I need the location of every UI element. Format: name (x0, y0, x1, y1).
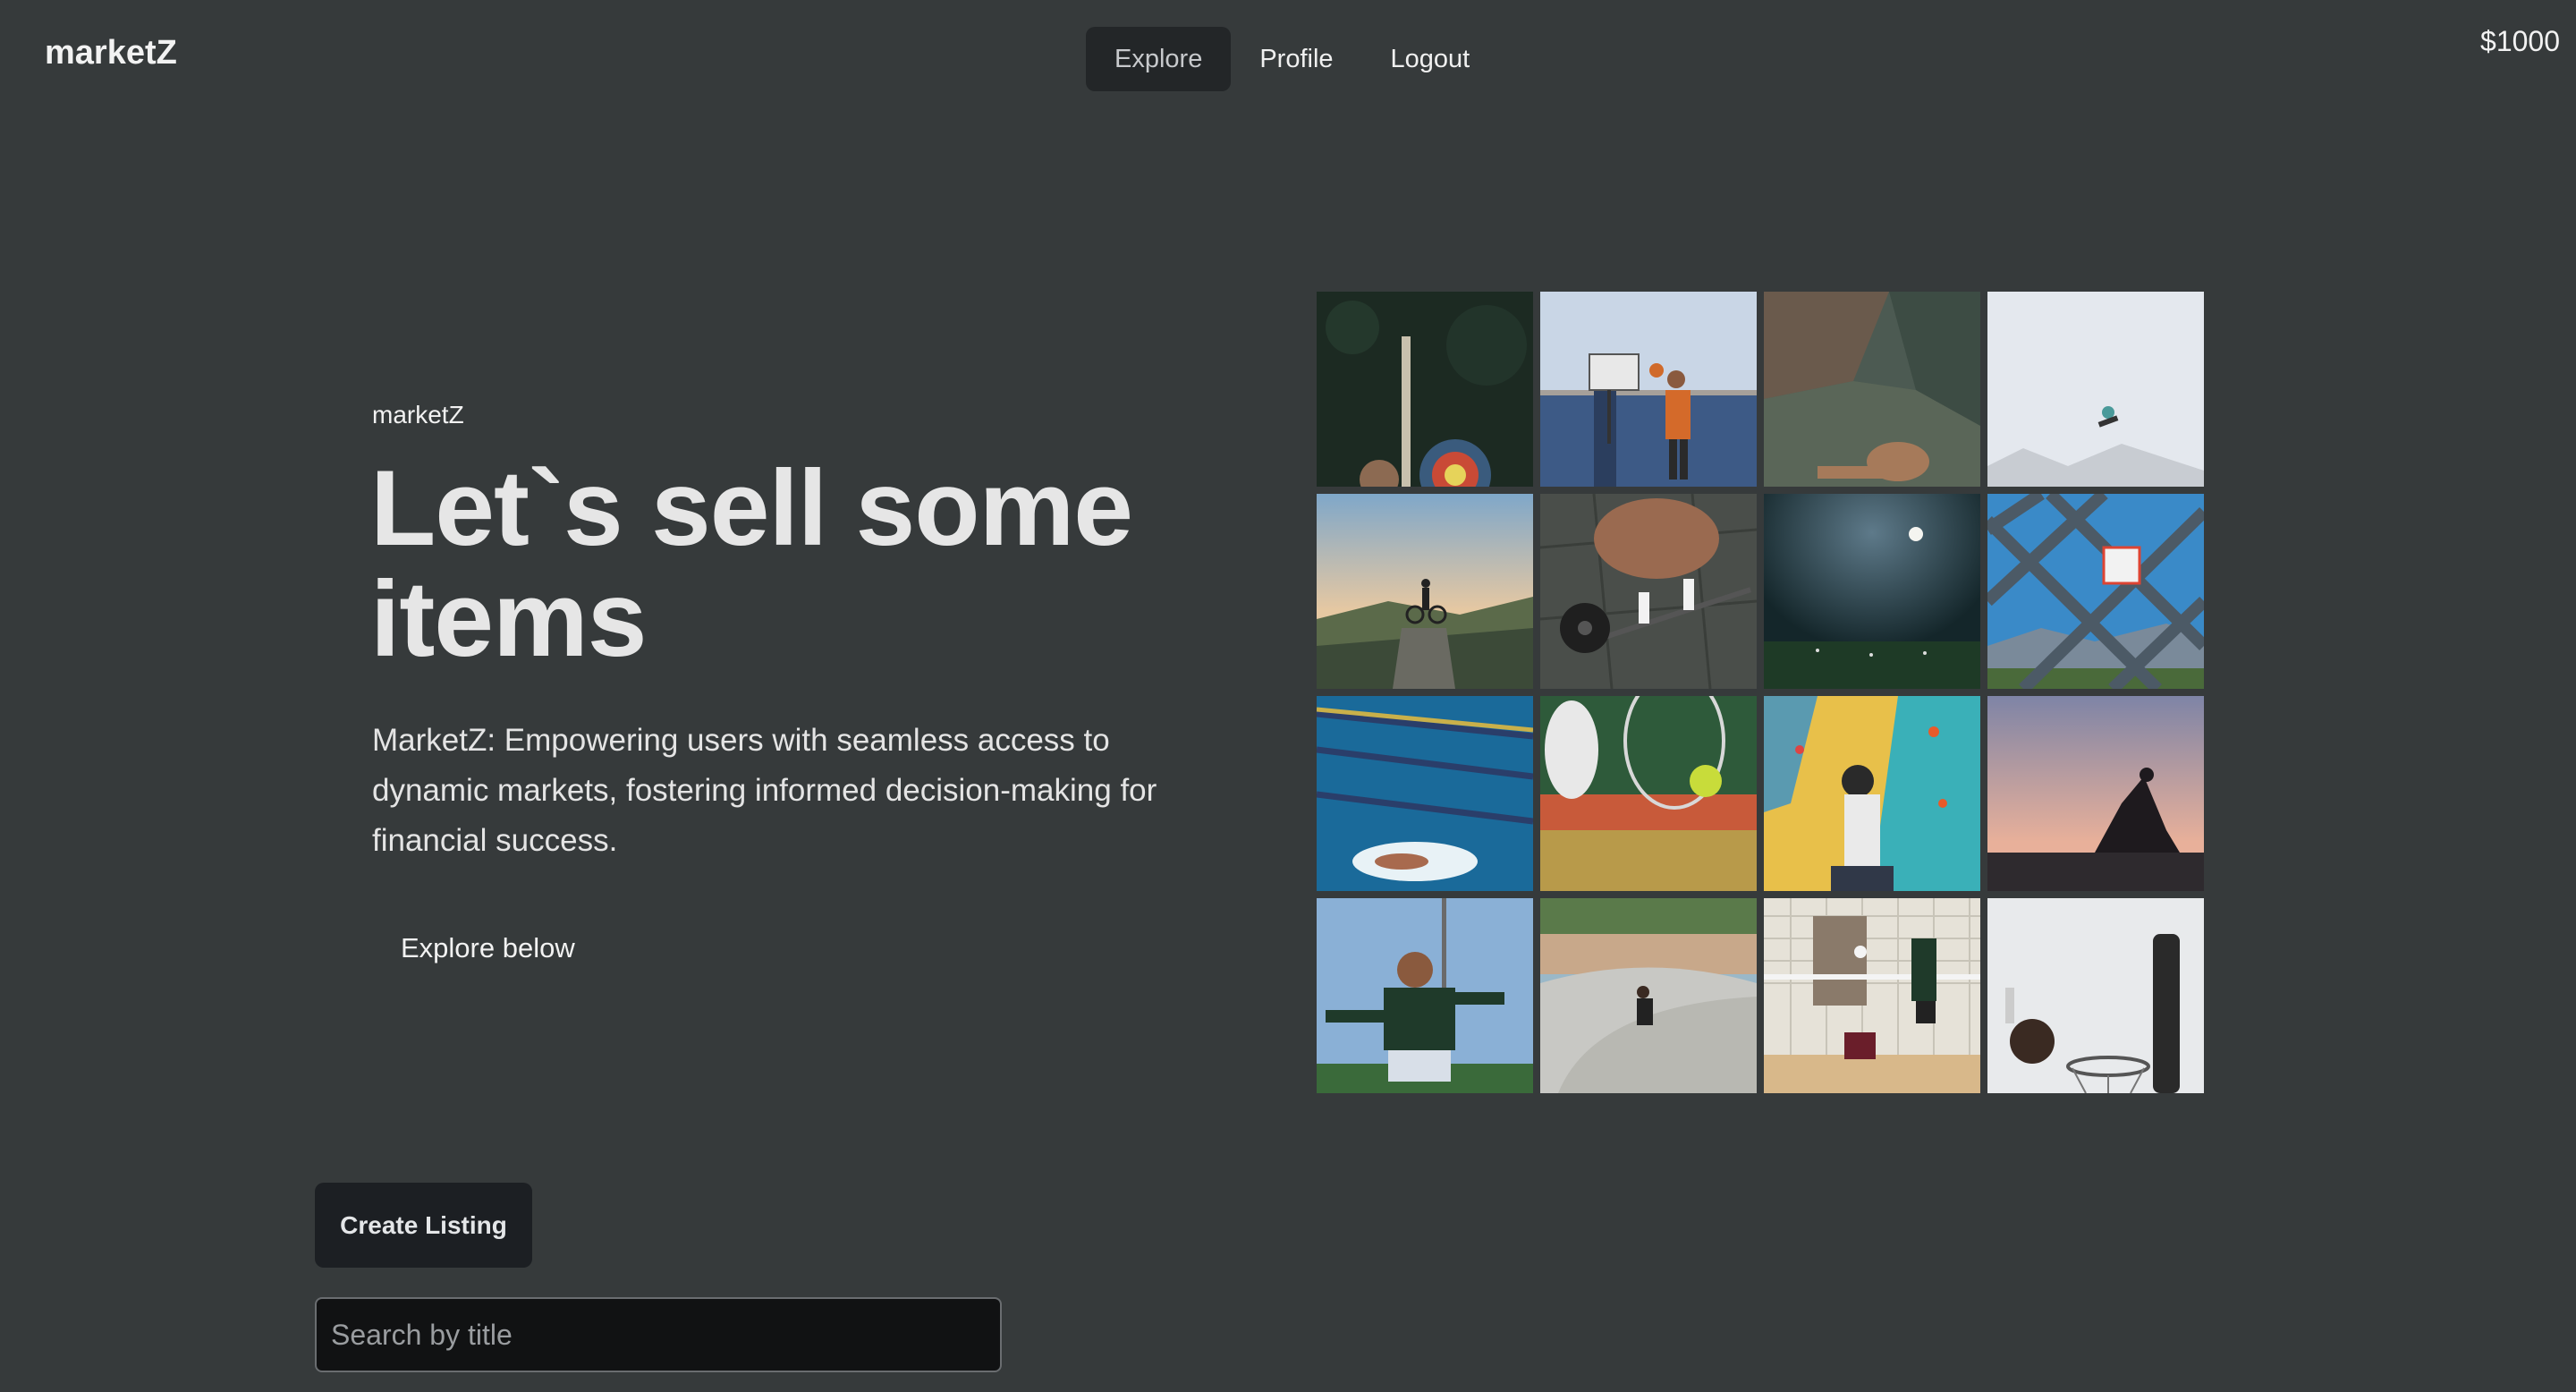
archery-photo (1317, 292, 1533, 487)
deadlift-photo (1540, 494, 1757, 689)
skatepark-photo (1540, 898, 1757, 1093)
rock-climbing-photo (1764, 292, 1980, 487)
basketball-shot-photo (1987, 898, 2204, 1093)
basketball-hoop-fence-photo (1987, 494, 2204, 689)
climbing-wall-photo (1764, 696, 1980, 891)
soccer-player-photo (1317, 898, 1533, 1093)
snowboard-jump-photo (1987, 292, 2204, 487)
mountain-biker-photo (1317, 494, 1533, 689)
brand-logo[interactable]: marketZ (45, 34, 177, 72)
night-football-field-photo (1764, 494, 1980, 689)
balance: $1000 (2480, 25, 2560, 57)
explore-below-button[interactable]: Explore below (372, 921, 604, 975)
hero-title: Let`s sell some items (370, 448, 1133, 679)
nav-logout[interactable]: Logout (1362, 27, 1499, 91)
hero-description: MarketZ: Empowering users with seamless … (372, 723, 1157, 858)
volleyball-photo (1764, 898, 1980, 1093)
yoga-sunset-photo (1987, 696, 2204, 891)
nav-explore[interactable]: Explore (1086, 27, 1232, 91)
nav-profile[interactable]: Profile (1231, 27, 1361, 91)
basketball-dunk-photo (1540, 292, 1757, 487)
tennis-photo (1540, 696, 1757, 891)
create-listing-button[interactable]: Create Listing (315, 1183, 532, 1268)
hero-eyebrow: marketZ (372, 401, 464, 429)
sports-photo-grid (1317, 292, 2204, 1093)
main-nav: Explore Profile Logout (1086, 27, 1498, 91)
swimming-photo (1317, 696, 1533, 891)
search-input[interactable] (315, 1297, 1002, 1372)
